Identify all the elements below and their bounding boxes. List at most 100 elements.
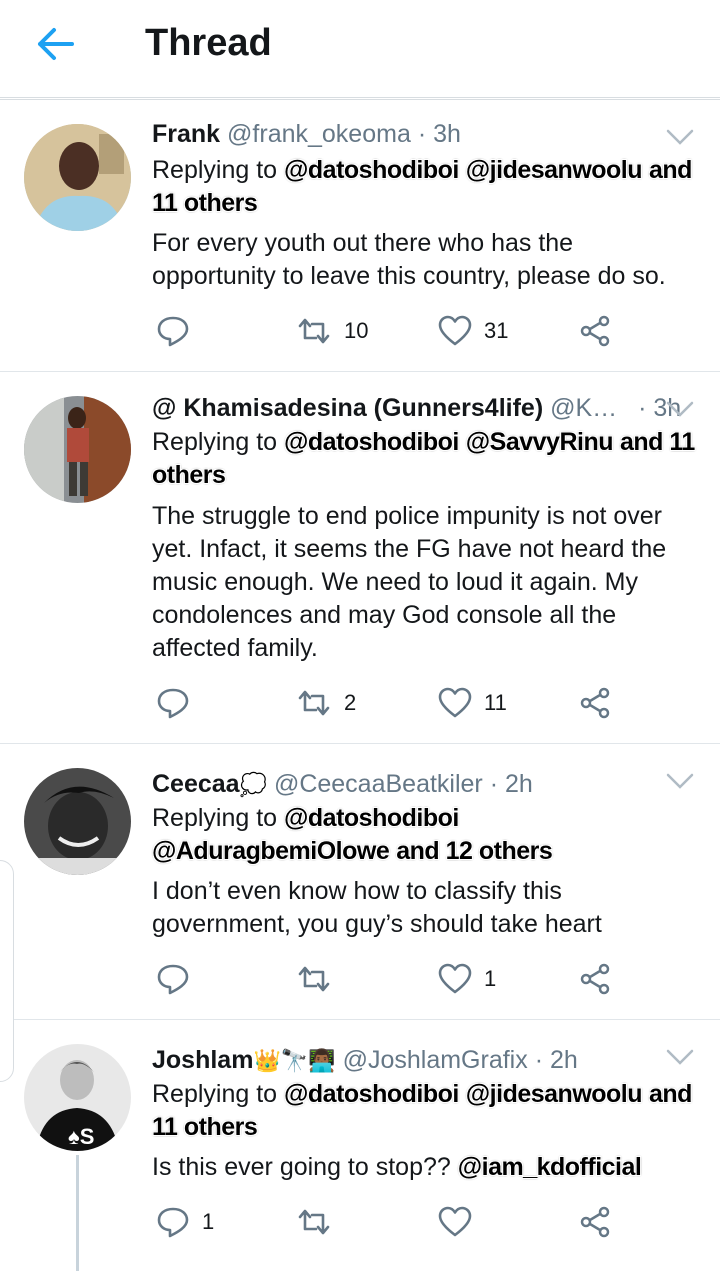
like-button[interactable]: 31 [438, 311, 508, 351]
mention-others-link[interactable]: 11 others [152, 189, 258, 217]
share-button[interactable] [580, 959, 612, 999]
replying-to: Replying to @datoshodiboi @jidesanwoolu … [152, 154, 697, 220]
like-count: 1 [484, 966, 497, 991]
timestamp[interactable]: · 3h [418, 120, 461, 148]
mention-others-link[interactable]: and 12 others [396, 837, 553, 865]
page-title: Thread [145, 22, 272, 64]
replying-to: Replying to @datoshodiboi @SavvyRinu and… [152, 426, 697, 492]
arrow-left-icon [38, 28, 74, 60]
avatar[interactable] [24, 768, 131, 875]
replying-label: Replying to [152, 1080, 278, 1108]
avatar-image [24, 768, 131, 875]
tweet-text: For every youth out there who has the op… [152, 229, 666, 290]
reply-button[interactable] [156, 311, 190, 351]
timestamp[interactable]: · 2h [490, 770, 533, 798]
retweet-icon [298, 1209, 330, 1235]
retweet-button[interactable] [296, 1202, 332, 1242]
mention-link[interactable]: @datoshodiboi [284, 804, 459, 832]
chevron-down-icon[interactable] [666, 400, 694, 418]
tweet-text: The struggle to end police impunity is n… [152, 502, 667, 662]
replying-label: Replying to [152, 156, 278, 184]
mention-link[interactable]: and 11 [620, 428, 695, 456]
avatar-image: ♠S [24, 1044, 131, 1151]
timestamp[interactable]: · 2h [535, 1046, 578, 1074]
tweet-meta: Frank @frank_okeoma · 3h [152, 120, 461, 149]
user-name[interactable]: Joshlam [152, 1046, 253, 1074]
mention-others-link[interactable]: others [152, 461, 226, 489]
reply-icon [157, 688, 189, 719]
replying-label: Replying to [152, 428, 278, 456]
mention-link[interactable]: @jidesanwoolu [466, 1080, 643, 1108]
share-icon [580, 963, 610, 995]
heart-icon [438, 315, 472, 346]
mention-link[interactable]: @datoshodiboi [284, 1080, 459, 1108]
share-button[interactable] [580, 1202, 612, 1242]
tweet[interactable]: Frank @frank_okeoma · 3h Replying to @da… [0, 100, 720, 372]
like-button[interactable]: 11 [438, 683, 507, 723]
chevron-down-icon[interactable] [666, 128, 694, 146]
retweet-count: 2 [344, 690, 357, 715]
svg-text:♠S: ♠S [68, 1124, 94, 1149]
replying-label: Replying to [152, 804, 278, 832]
back-button[interactable] [36, 26, 76, 62]
tweet-actions: 2 11 [152, 683, 632, 723]
thread-connector-line [76, 1155, 79, 1271]
tweet-actions: 1 [152, 1202, 632, 1242]
edge-panel-handle[interactable] [0, 860, 14, 1082]
reply-button[interactable]: 1 [156, 1202, 214, 1242]
thought-bubble-emoji: 💭 [239, 772, 267, 797]
like-button[interactable]: 1 [438, 959, 496, 999]
avatar-image [24, 124, 131, 231]
tweet-text-content: Is this ever going to stop?? [152, 1153, 451, 1181]
reply-count: 1 [202, 1209, 215, 1234]
mention-link[interactable]: @AduragbemiOlowe [152, 837, 390, 865]
tweet[interactable]: ♠S Joshlam👑🔭👨🏾‍💻 @JoshlamGrafix · 2h Rep… [0, 1020, 720, 1271]
top-bar: Thread [0, 0, 720, 98]
user-name[interactable]: Frank [152, 120, 220, 148]
user-name[interactable]: Ceecaa [152, 770, 240, 798]
reply-button[interactable] [156, 959, 190, 999]
user-handle[interactable]: @frank_okeoma [227, 120, 411, 148]
like-count: 31 [484, 318, 509, 343]
tweet[interactable]: @ Khamisadesina (Gunners4life) @K… · 3h … [0, 372, 720, 744]
chevron-down-icon[interactable] [666, 1048, 694, 1066]
like-button[interactable] [438, 1202, 472, 1242]
retweet-icon [298, 690, 330, 716]
tweet-text: Is this ever going to stop?? @iam_kdoffi… [152, 1151, 682, 1184]
mention-link[interactable]: @datoshodiboi [284, 428, 459, 456]
mention-link[interactable]: @datoshodiboi [284, 156, 459, 184]
mention-link[interactable]: @SavvyRinu [466, 428, 614, 456]
share-button[interactable] [580, 311, 612, 351]
heart-icon [438, 963, 472, 994]
retweet-button[interactable] [296, 959, 332, 999]
reply-button[interactable] [156, 683, 190, 723]
tweet-meta: @ Khamisadesina (Gunners4life) @K… · 3h [152, 394, 681, 423]
user-name[interactable]: @ Khamisadesina (Gunners4life) [152, 394, 543, 422]
mention-link[interactable]: and [649, 156, 692, 184]
retweet-button[interactable]: 2 [296, 683, 356, 723]
reply-icon [157, 316, 189, 347]
mention-link[interactable]: @iam_kdofficial [458, 1153, 642, 1181]
reply-icon [157, 1207, 189, 1238]
user-handle[interactable]: @K… [550, 394, 617, 422]
name-emojis: 👑🔭👨🏾‍💻 [253, 1048, 336, 1073]
retweet-button[interactable]: 10 [296, 311, 368, 351]
retweet-count: 10 [344, 318, 369, 343]
mention-link[interactable]: and [649, 1080, 692, 1108]
mention-link[interactable]: @jidesanwoolu [466, 156, 643, 184]
avatar[interactable] [24, 124, 131, 231]
chevron-down-icon[interactable] [666, 772, 694, 790]
user-handle[interactable]: @JoshlamGrafix [343, 1046, 528, 1074]
share-button[interactable] [580, 683, 612, 723]
tweet-actions: 1 [152, 959, 632, 999]
user-handle[interactable]: @CeecaaBeatkiler [274, 770, 483, 798]
mention-others-link[interactable]: 11 others [152, 1113, 258, 1141]
replying-to: Replying to @datoshodiboi @jidesanwoolu … [152, 1078, 697, 1144]
tweet[interactable]: Ceecaa💭 @CeecaaBeatkiler · 2h Replying t… [0, 744, 720, 1020]
tweet-meta: Joshlam👑🔭👨🏾‍💻 @JoshlamGrafix · 2h [152, 1046, 578, 1075]
avatar-image [24, 396, 131, 503]
replying-to: Replying to @datoshodiboi @AduragbemiOlo… [152, 802, 697, 868]
avatar[interactable]: ♠S [24, 1044, 131, 1151]
avatar[interactable] [24, 396, 131, 503]
retweet-icon [298, 318, 330, 344]
